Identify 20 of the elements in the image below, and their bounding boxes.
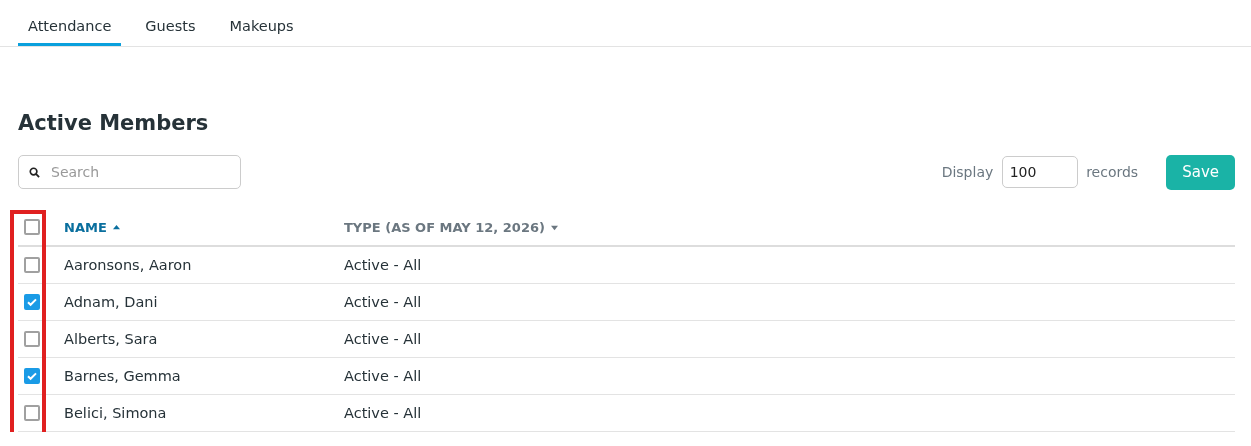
member-name: Belici, Simona bbox=[64, 405, 167, 421]
member-name: Adnam, Dani bbox=[64, 294, 158, 310]
column-header[interactable]: TYPE (AS OF MAY 12, 2026) bbox=[344, 219, 559, 235]
records-count-field[interactable]: 100 bbox=[1001, 156, 1078, 188]
member-type: Active - All bbox=[344, 368, 422, 384]
member-type: Active - All bbox=[344, 294, 422, 310]
member-type: Active - All bbox=[344, 331, 422, 347]
display-label: Display bbox=[941, 164, 995, 180]
member-type: Active - All bbox=[344, 405, 422, 421]
tab[interactable]: Attendance bbox=[18, 18, 122, 46]
tab[interactable]: Makeups bbox=[219, 18, 304, 46]
column-header[interactable]: NAME bbox=[64, 219, 121, 235]
search-field[interactable]: Search bbox=[18, 155, 241, 189]
records-label: records bbox=[1085, 164, 1139, 180]
member-name: Alberts, Sara bbox=[64, 331, 158, 347]
tab[interactable]: Guests bbox=[135, 18, 206, 46]
member-name: Aaronsons, Aaron bbox=[64, 257, 192, 273]
member-name: Barnes, Gemma bbox=[64, 368, 181, 384]
section-heading: Active Members bbox=[18, 111, 210, 135]
member-type: Active - All bbox=[344, 257, 422, 273]
